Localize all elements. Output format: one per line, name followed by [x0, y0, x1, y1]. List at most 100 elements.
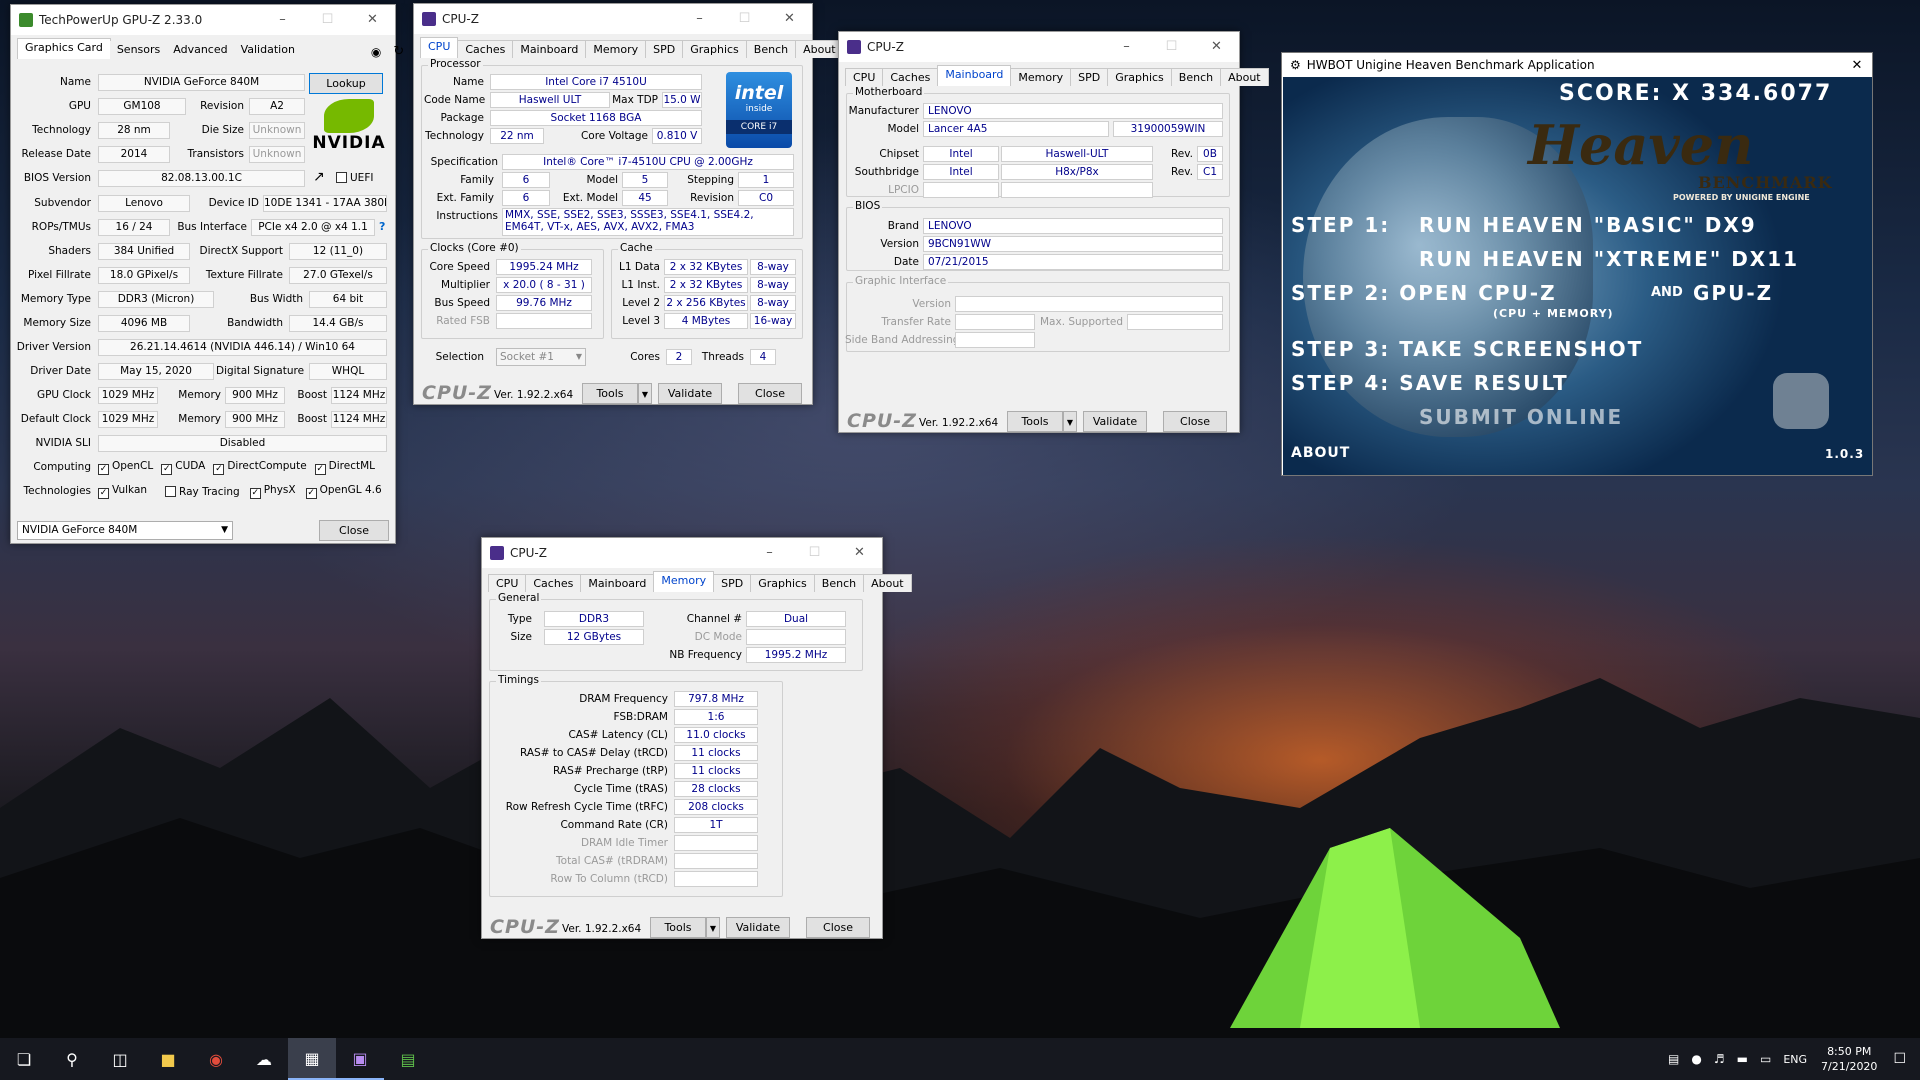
- tab-graphics-card[interactable]: Graphics Card: [17, 38, 111, 59]
- save-result-button[interactable]: STEP 4: SAVE RESULT: [1291, 371, 1569, 395]
- maximize-icon[interactable]: ☐: [1149, 32, 1194, 62]
- close-icon[interactable]: ✕: [350, 5, 395, 35]
- volume-icon[interactable]: ♬: [1714, 1052, 1725, 1066]
- take-screenshot-button[interactable]: STEP 3: TAKE SCREENSHOT: [1291, 337, 1643, 361]
- powered-by-text: POWERED BY UNIGINE ENGINE: [1673, 193, 1810, 202]
- close-button[interactable]: Close: [1163, 411, 1227, 432]
- clock[interactable]: 8:50 PM 7/21/2020: [1821, 1044, 1877, 1074]
- file-explorer-icon[interactable]: ■: [144, 1038, 192, 1080]
- validate-button[interactable]: Validate: [658, 383, 722, 404]
- bluetooth-icon[interactable]: ●: [1691, 1052, 1701, 1066]
- tab-memory[interactable]: Memory: [1010, 68, 1072, 86]
- uefi-checkbox[interactable]: UEFI: [336, 172, 373, 184]
- network-icon[interactable]: ▤: [1668, 1052, 1679, 1066]
- display-icon[interactable]: ▭: [1760, 1052, 1771, 1066]
- tab-validation[interactable]: Validation: [233, 41, 302, 59]
- bus-help-icon[interactable]: ?: [379, 220, 385, 233]
- share-icon[interactable]: ↗: [313, 169, 325, 185]
- close-icon[interactable]: ✕: [837, 538, 882, 568]
- tools-button[interactable]: Tools: [1007, 411, 1063, 432]
- timing-label: Row To Column (tRCD): [550, 873, 668, 885]
- tools-dropdown-button[interactable]: ▼: [706, 917, 720, 938]
- minimize-icon[interactable]: –: [677, 4, 722, 34]
- lookup-button[interactable]: Lookup: [309, 73, 383, 94]
- gpu-select-dropdown[interactable]: NVIDIA GeForce 840M ▼: [17, 521, 233, 540]
- maximize-icon[interactable]: ☐: [305, 5, 350, 35]
- directcompute-checkbox[interactable]: ✓ DirectCompute: [213, 460, 307, 475]
- tab-graphics[interactable]: Graphics: [682, 40, 747, 58]
- tab-cpu[interactable]: CPU: [488, 574, 527, 592]
- tab-bench[interactable]: Bench: [1170, 68, 1222, 86]
- opencl-checkbox[interactable]: ✓ OpenCL: [98, 460, 153, 475]
- open-cpuz-button[interactable]: STEP 2: OPEN CPU-Z: [1291, 281, 1557, 305]
- run-xtreme-button[interactable]: RUN HEAVEN "XTREME" DX11: [1419, 247, 1799, 271]
- close-button[interactable]: Close: [738, 383, 802, 404]
- tab-about[interactable]: About: [795, 40, 844, 58]
- tab-graphics[interactable]: Graphics: [1107, 68, 1172, 86]
- submit-online-button[interactable]: SUBMIT ONLINE: [1419, 405, 1623, 429]
- refresh-icon[interactable]: ↻: [393, 44, 404, 59]
- tab-cpu[interactable]: CPU: [845, 68, 884, 86]
- validate-button[interactable]: Validate: [726, 917, 790, 938]
- tab-mainboard[interactable]: Mainboard: [512, 40, 587, 58]
- close-icon[interactable]: ✕: [1842, 58, 1872, 73]
- socket-select-dropdown[interactable]: Socket #1 ▼: [496, 348, 586, 366]
- ext-family-value: 6: [502, 190, 550, 206]
- maximize-icon[interactable]: ☐: [722, 4, 767, 34]
- tab-cpu[interactable]: CPU: [420, 37, 459, 58]
- gpuz-secondary-taskbar-icon[interactable]: ▤: [384, 1038, 432, 1080]
- chrome-icon[interactable]: ◉: [192, 1038, 240, 1080]
- close-icon[interactable]: ✕: [1194, 32, 1239, 62]
- tools-dropdown-button[interactable]: ▼: [1063, 411, 1077, 432]
- battery-icon[interactable]: ▬: [1737, 1052, 1748, 1066]
- search-icon[interactable]: ⚲: [48, 1038, 96, 1080]
- validate-button[interactable]: Validate: [1083, 411, 1147, 432]
- vulkan-checkbox[interactable]: ✓ Vulkan: [98, 484, 147, 499]
- timing-label: Command Rate (CR): [560, 819, 668, 831]
- tab-graphics[interactable]: Graphics: [750, 574, 815, 592]
- run-basic-button[interactable]: RUN HEAVEN "BASIC" DX9: [1419, 213, 1757, 237]
- language-indicator[interactable]: ENG: [1783, 1053, 1807, 1066]
- start-windows-icon[interactable]: ❏: [0, 1038, 48, 1080]
- tab-spd[interactable]: SPD: [645, 40, 684, 58]
- tab-caches[interactable]: Caches: [882, 68, 939, 86]
- tab-about[interactable]: About: [863, 574, 912, 592]
- cpuz-taskbar-icon[interactable]: ▣: [336, 1038, 384, 1080]
- tab-advanced[interactable]: Advanced: [166, 41, 235, 59]
- tools-button[interactable]: Tools: [582, 383, 638, 404]
- ray-tracing-checkbox[interactable]: Ray Tracing: [165, 485, 240, 498]
- physx-checkbox[interactable]: ✓ PhysX: [249, 484, 296, 499]
- notifications-icon[interactable]: ☐: [1893, 1051, 1906, 1067]
- gpuz-taskbar-icon[interactable]: ▦: [288, 1038, 336, 1080]
- camera-icon[interactable]: ◉: [371, 45, 381, 59]
- tab-caches[interactable]: Caches: [525, 574, 582, 592]
- tab-caches[interactable]: Caches: [457, 40, 514, 58]
- tab-memory[interactable]: Memory: [653, 571, 715, 592]
- tab-bench[interactable]: Bench: [813, 574, 865, 592]
- maximize-icon[interactable]: ☐: [792, 538, 837, 568]
- tab-memory[interactable]: Memory: [585, 40, 647, 58]
- tools-dropdown-button[interactable]: ▼: [638, 383, 652, 404]
- tab-bench[interactable]: Bench: [745, 40, 797, 58]
- close-button[interactable]: Close: [319, 520, 389, 541]
- tab-about[interactable]: About: [1220, 68, 1269, 86]
- about-button[interactable]: ABOUT: [1291, 445, 1350, 461]
- minimize-icon[interactable]: –: [260, 5, 305, 35]
- directml-checkbox[interactable]: ✓ DirectML: [314, 460, 375, 475]
- close-button[interactable]: Close: [806, 917, 870, 938]
- opengl-checkbox[interactable]: ✓ OpenGL 4.6: [305, 484, 382, 499]
- minimize-icon[interactable]: –: [1104, 32, 1149, 62]
- open-gpuz-button[interactable]: GPU-Z: [1693, 281, 1773, 305]
- tab-spd[interactable]: SPD: [713, 574, 752, 592]
- score-text[interactable]: SCORE: X 334.6077: [1559, 81, 1832, 106]
- tab-mainboard[interactable]: Mainboard: [580, 574, 655, 592]
- cuda-checkbox[interactable]: ✓ CUDA: [161, 460, 205, 475]
- tools-button[interactable]: Tools: [650, 917, 706, 938]
- close-icon[interactable]: ✕: [767, 4, 812, 34]
- tab-spd[interactable]: SPD: [1070, 68, 1109, 86]
- task-view-icon[interactable]: ◫: [96, 1038, 144, 1080]
- heaven-taskbar-icon[interactable]: ☁: [240, 1038, 288, 1080]
- minimize-icon[interactable]: –: [747, 538, 792, 568]
- tab-mainboard[interactable]: Mainboard: [937, 65, 1012, 86]
- tab-sensors[interactable]: Sensors: [109, 41, 168, 59]
